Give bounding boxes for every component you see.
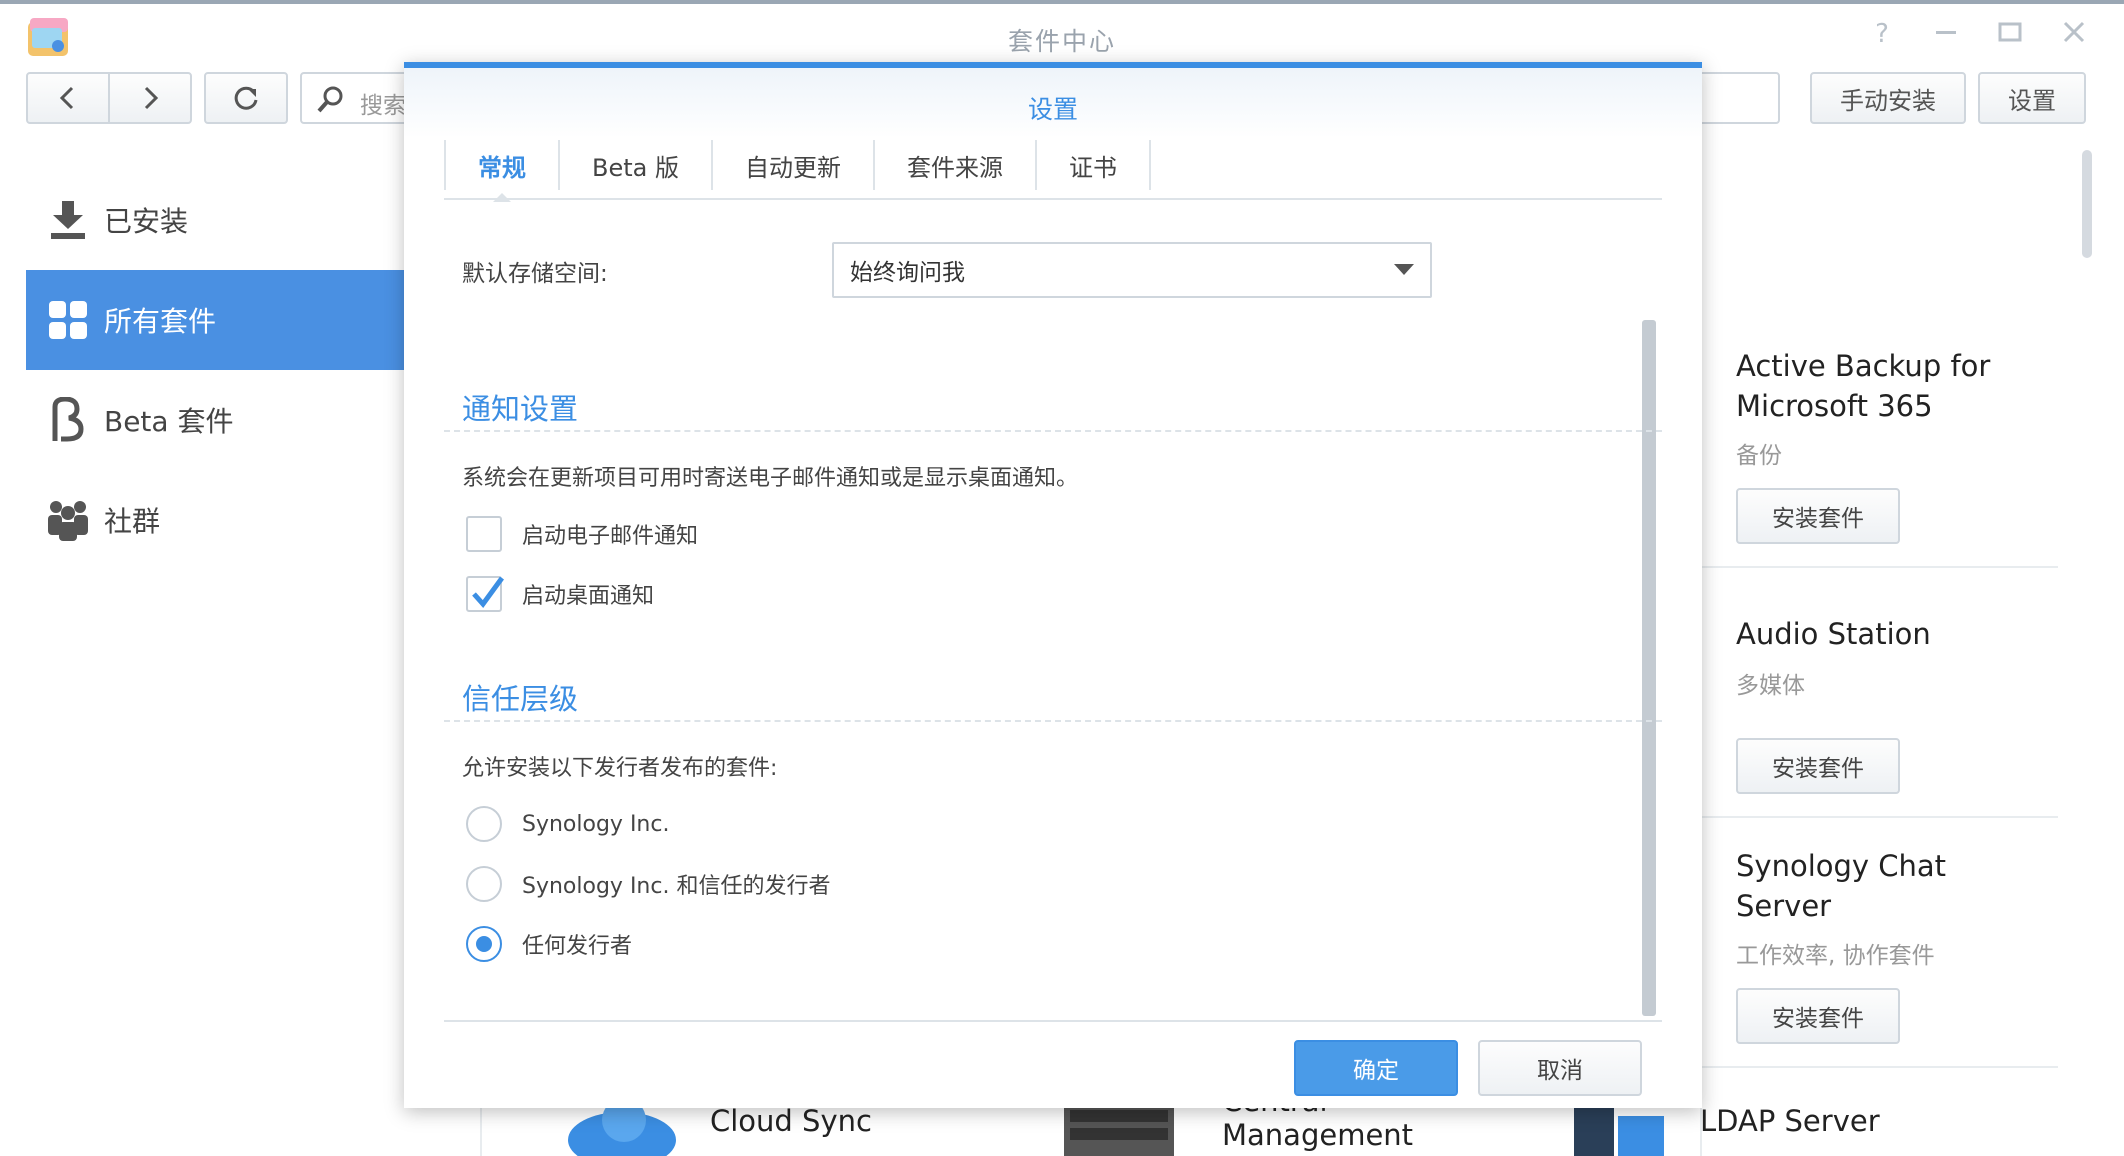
package-name: Audio Station — [1736, 617, 1931, 651]
cancel-button[interactable]: 取消 — [1478, 1040, 1642, 1096]
package-category: 工作效率, 协作套件 — [1736, 943, 1935, 969]
tab-certificate[interactable]: 证书 — [1037, 140, 1151, 190]
settings-tabs: 常规 Beta 版 自动更新 套件来源 证书 — [444, 140, 1662, 202]
package-name: LDAP Server — [1700, 1104, 1880, 1138]
trust-option-synology[interactable]: Synology Inc. — [466, 804, 669, 844]
email-notification-checkbox[interactable] — [466, 516, 502, 552]
default-storage-select[interactable]: 始终询问我 — [832, 242, 1432, 298]
active-tab-indicator — [493, 193, 511, 202]
sidebar-item-label: 已安装 — [104, 205, 189, 238]
package-category: 多媒体 — [1736, 673, 1805, 699]
sidebar-item-label: Beta 套件 — [104, 405, 234, 438]
tab-label: 常规 — [478, 153, 526, 182]
search-icon — [317, 86, 343, 113]
tab-label: 证书 — [1068, 153, 1117, 182]
section-divider — [444, 430, 1662, 432]
forward-button[interactable] — [108, 72, 192, 124]
tab-auto-update[interactable]: 自动更新 — [713, 140, 875, 190]
dialog-title: 设置 — [1027, 95, 1078, 124]
trust-radio[interactable] — [466, 926, 502, 962]
package-name: Cloud Sync — [710, 1104, 872, 1138]
refresh-icon — [234, 86, 258, 110]
trust-description: 允许安装以下发行者发布的套件: — [462, 756, 778, 781]
package-card[interactable]: Audio Station 多媒体 安装套件 — [1700, 568, 2058, 818]
chevron-down-icon — [1394, 264, 1414, 275]
install-package-button[interactable]: 安装套件 — [1736, 988, 1900, 1044]
sidebar-item-community[interactable]: 社群 — [26, 470, 406, 570]
tab-beta[interactable]: Beta 版 — [560, 140, 713, 190]
desktop-notification-checkbox[interactable] — [466, 576, 504, 612]
desktop-notification-option[interactable]: 启动桌面通知 — [466, 574, 654, 614]
minimize-icon[interactable] — [1930, 18, 1962, 50]
radio-label: Synology Inc. 和信任的发行者 — [522, 874, 831, 899]
package-name: Active Backup for Microsoft 365 — [1736, 349, 1991, 423]
sidebar: 已安装 所有套件 Beta 套件 社群 — [26, 170, 406, 570]
dialog-header: 设置 — [404, 68, 1702, 138]
sidebar-item-installed[interactable]: 已安装 — [26, 170, 406, 270]
trust-radio[interactable] — [466, 806, 502, 842]
tab-label: Beta 版 — [592, 153, 679, 182]
main-scrollbar[interactable] — [2082, 150, 2092, 258]
install-package-button[interactable]: 安装套件 — [1736, 488, 1900, 544]
default-storage-label: 默认存储空间: — [462, 261, 608, 287]
package-card[interactable]: Active Backup for Microsoft 365 备份 安装套件 — [1700, 318, 2058, 568]
back-button[interactable] — [26, 72, 110, 124]
section-divider — [444, 720, 1662, 722]
sidebar-item-all-packages[interactable]: 所有套件 — [26, 270, 406, 370]
checkbox-label: 启动桌面通知 — [522, 584, 655, 609]
dialog-scrollbar[interactable] — [1642, 320, 1656, 1016]
manual-install-button[interactable]: 手动安装 — [1810, 72, 1966, 124]
package-name: Synology Chat Server — [1736, 849, 1947, 923]
trust-radio[interactable] — [466, 866, 502, 902]
trust-option-synology-trusted[interactable]: Synology Inc. 和信任的发行者 — [466, 864, 830, 904]
sidebar-item-label: 社群 — [104, 505, 161, 538]
tab-label: 套件来源 — [906, 153, 1003, 182]
tab-general[interactable]: 常规 — [444, 140, 560, 202]
settings-dialog: 设置 常规 Beta 版 自动更新 套件来源 证书 默认存储空间: 始终询问我 … — [404, 62, 1702, 1108]
email-notification-option[interactable]: 启动电子邮件通知 — [466, 514, 698, 554]
title-bar: 套件中心 ? — [0, 4, 2124, 60]
maximize-icon[interactable] — [1994, 18, 2026, 50]
trust-option-any[interactable]: 任何发行者 — [466, 924, 632, 964]
settings-button[interactable]: 设置 — [1978, 72, 2086, 124]
install-package-button[interactable]: 安装套件 — [1736, 738, 1900, 794]
notification-section-title: 通知设置 — [462, 392, 579, 426]
window-title: 套件中心 — [1007, 27, 1116, 56]
checkbox-label: 启动电子邮件通知 — [522, 524, 699, 549]
radio-label: 任何发行者 — [522, 934, 633, 959]
select-value: 始终询问我 — [850, 260, 965, 286]
refresh-button[interactable] — [204, 72, 288, 124]
help-icon[interactable]: ? — [1866, 18, 1898, 50]
community-icon — [46, 498, 90, 542]
trust-section-title: 信任层级 — [462, 682, 579, 716]
ok-button[interactable]: 确定 — [1294, 1040, 1458, 1096]
chevron-right-icon — [144, 86, 159, 110]
notification-description: 系统会在更新项目可用时寄送电子邮件通知或是显示桌面通知。 — [462, 466, 1079, 491]
tab-label: 自动更新 — [744, 153, 841, 182]
close-icon[interactable] — [2058, 18, 2090, 50]
dialog-footer-divider — [444, 1020, 1662, 1022]
radio-label: Synology Inc. — [522, 811, 670, 837]
checkmark-icon — [472, 576, 504, 608]
grid-icon — [46, 298, 90, 342]
search-placeholder: 搜索 — [360, 93, 406, 119]
beta-icon — [46, 397, 90, 442]
sidebar-item-beta[interactable]: Beta 套件 — [26, 370, 406, 470]
tab-package-sources[interactable]: 套件来源 — [875, 140, 1037, 190]
package-category: 备份 — [1736, 443, 1782, 469]
package-card[interactable]: Synology Chat Server 工作效率, 协作套件 安装套件 — [1700, 818, 2058, 1068]
chevron-left-icon — [59, 86, 74, 110]
sidebar-item-label: 所有套件 — [104, 305, 217, 338]
download-icon — [46, 198, 90, 242]
